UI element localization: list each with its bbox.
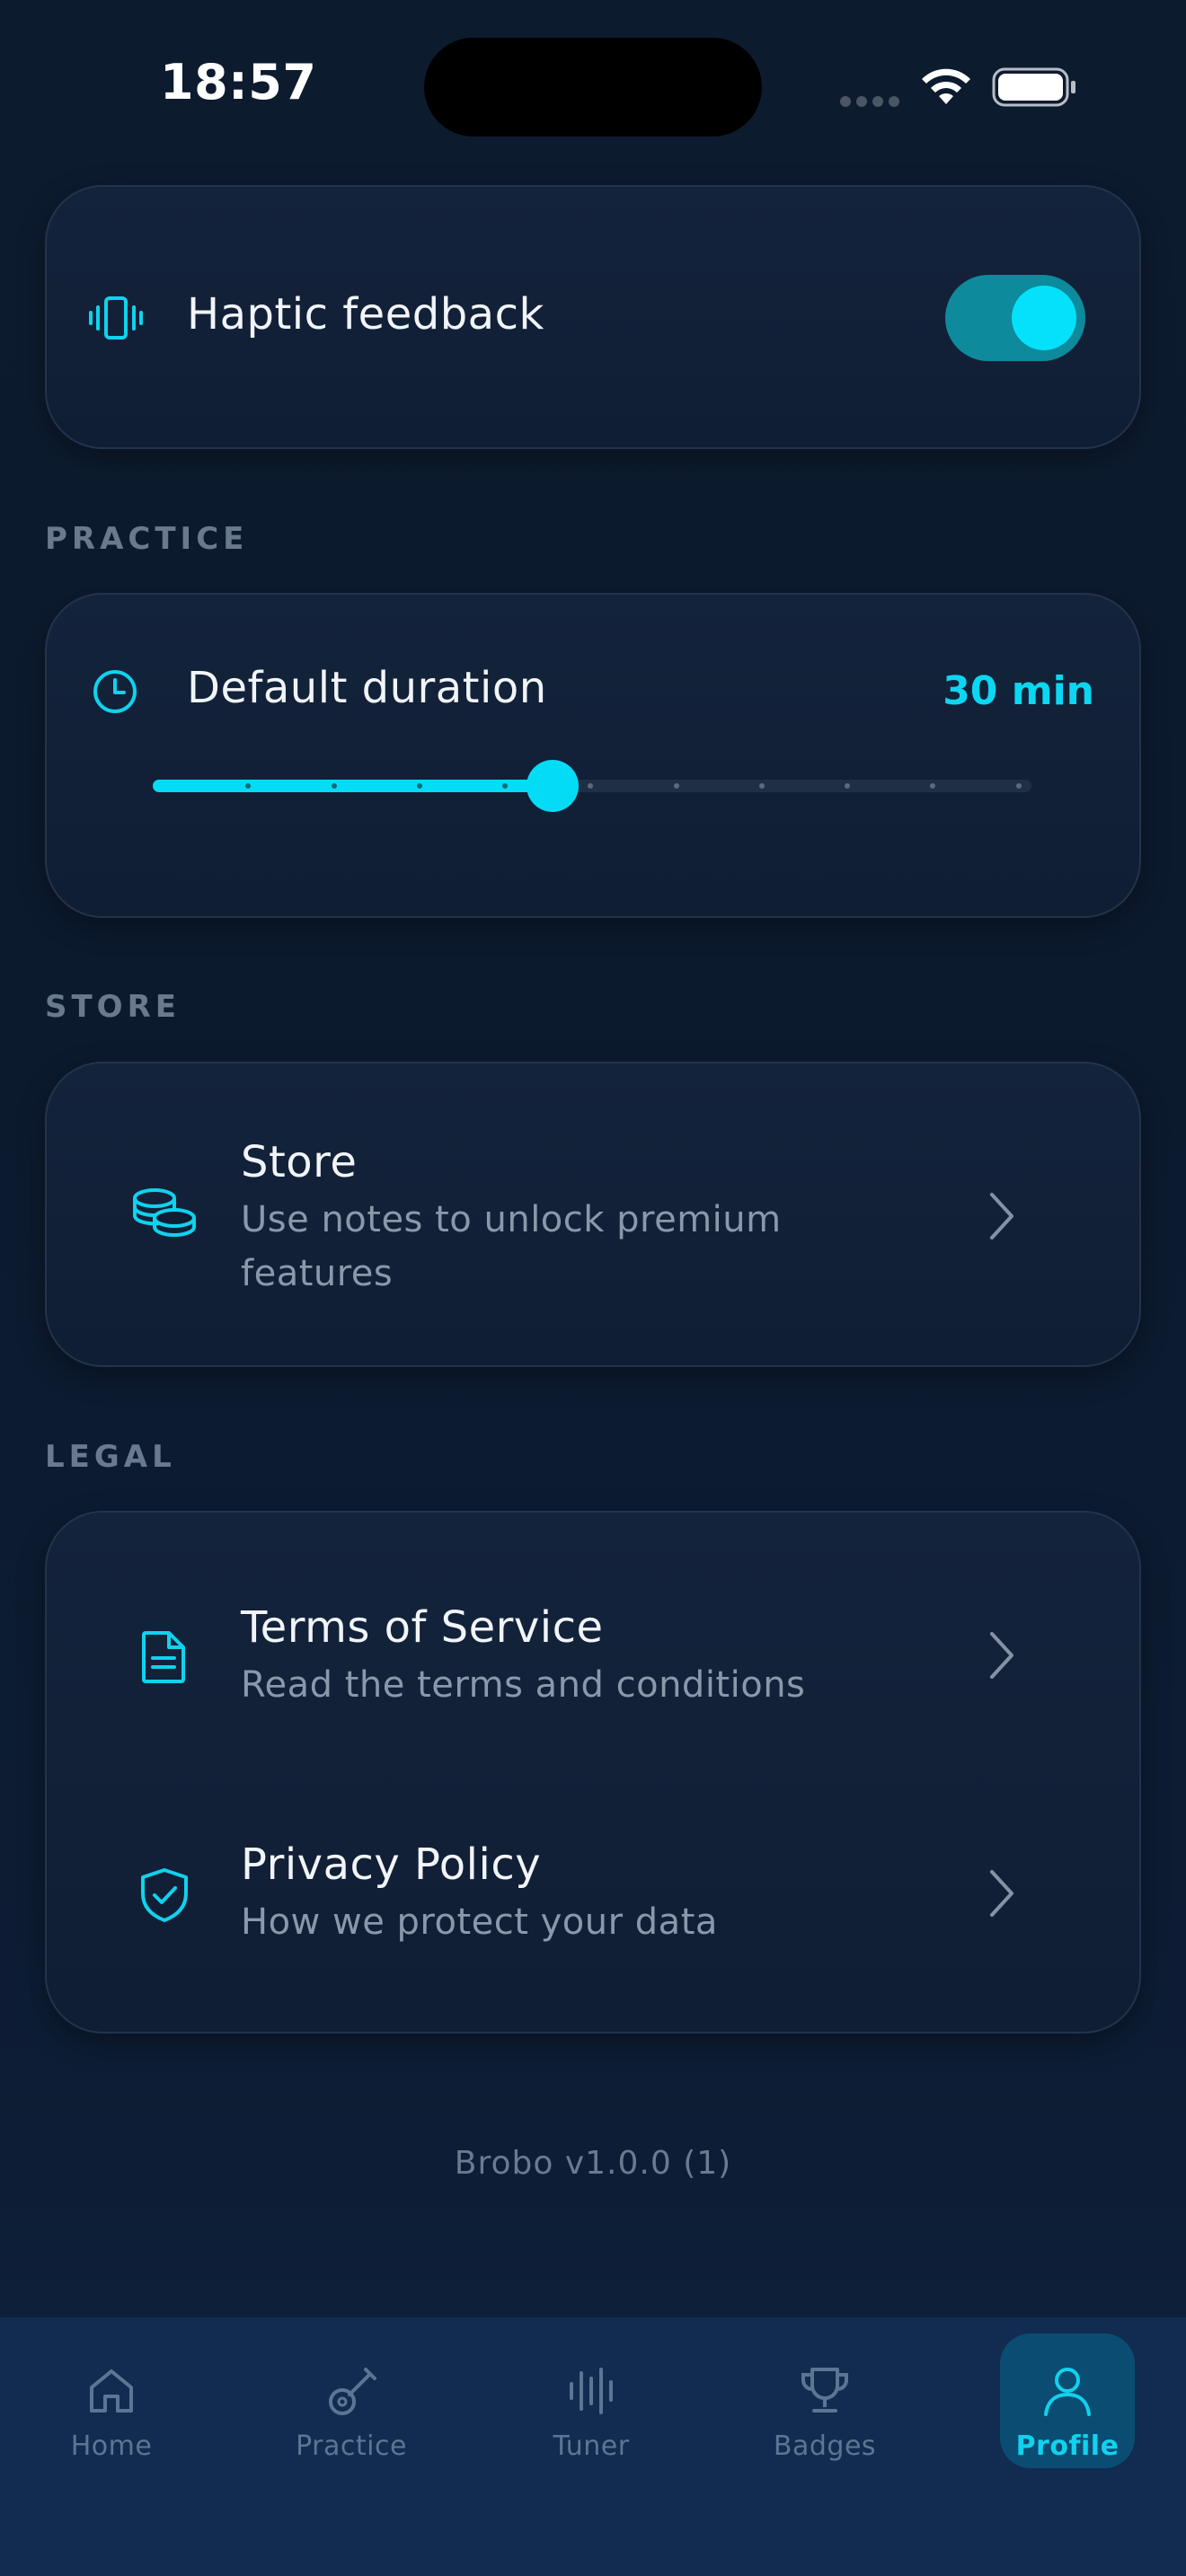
document-icon — [142, 1631, 185, 1683]
chevron-right-icon — [990, 1193, 1013, 1239]
slider-tick — [416, 783, 422, 789]
slider-tick — [758, 783, 765, 789]
tab-label: Home — [70, 2430, 153, 2462]
terms-title: Terms of Service — [241, 1602, 604, 1653]
tab-label: Profile — [1015, 2430, 1120, 2462]
dynamic-island — [424, 38, 762, 137]
slider-tick — [673, 783, 679, 789]
duration-label: Default duration — [187, 663, 547, 713]
tab-tuner[interactable]: Tuner — [524, 2333, 659, 2468]
trophy-icon — [801, 2368, 848, 2413]
store-title: Store — [241, 1137, 358, 1187]
vibration-icon — [89, 296, 143, 340]
section-label-practice: PRACTICE — [45, 521, 249, 557]
haptic-toggle[interactable] — [945, 275, 1085, 361]
coins-icon — [133, 1188, 196, 1237]
status-time: 18:57 — [160, 54, 317, 110]
slider-tick — [588, 783, 594, 789]
section-label-legal: LEGAL — [45, 1439, 176, 1475]
home-icon — [90, 2369, 133, 2413]
chevron-right-icon — [990, 1870, 1013, 1917]
toggle-knob — [1012, 286, 1076, 350]
tab-profile[interactable]: Profile — [1000, 2333, 1135, 2468]
guitar-icon — [329, 2368, 376, 2415]
tab-bar: Home Practice Tuner Badges Profile — [0, 2317, 1186, 2576]
tab-home[interactable]: Home — [44, 2333, 179, 2468]
tab-label: Tuner — [553, 2430, 630, 2462]
slider-thumb[interactable] — [526, 760, 579, 812]
clock-icon — [93, 670, 137, 713]
slider-tick — [502, 783, 509, 789]
shield-check-icon — [141, 1868, 188, 1922]
person-icon — [1044, 2368, 1091, 2416]
haptic-label: Haptic feedback — [187, 289, 544, 340]
section-label-store: STORE — [45, 989, 181, 1025]
tab-label: Badges — [773, 2430, 877, 2462]
terms-subtitle: Read the terms and conditions — [241, 1664, 806, 1706]
slider-tick — [331, 783, 337, 789]
waveform-icon — [570, 2368, 613, 2414]
practice-card — [45, 593, 1141, 918]
battery-icon — [992, 67, 1075, 107]
wifi-icon — [922, 68, 970, 104]
tab-badges[interactable]: Badges — [757, 2333, 892, 2468]
tab-practice[interactable]: Practice — [284, 2333, 419, 2468]
store-subtitle-line1: Use notes to unlock premium — [241, 1199, 782, 1240]
tab-label: Practice — [296, 2430, 407, 2462]
privacy-title: Privacy Policy — [241, 1839, 542, 1890]
slider-tick — [930, 783, 936, 789]
app-version: Brobo v1.0.0 (1) — [454, 2145, 732, 2182]
slider-tick — [845, 783, 851, 789]
chevron-right-icon — [990, 1632, 1013, 1679]
duration-slider[interactable] — [153, 760, 1031, 812]
slider-fill — [153, 780, 553, 792]
slider-tick — [1015, 783, 1022, 789]
store-subtitle-line2: features — [241, 1253, 394, 1294]
privacy-subtitle: How we protect your data — [241, 1901, 718, 1943]
cellular-signal-icon — [840, 93, 905, 110]
duration-value: 30 min — [943, 668, 1094, 714]
